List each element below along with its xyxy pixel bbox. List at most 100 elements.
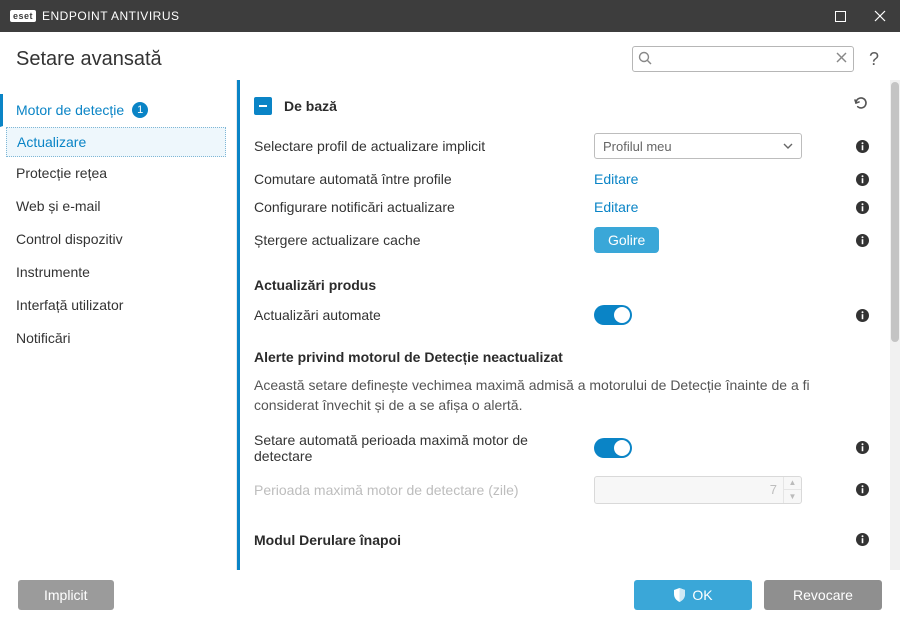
row-max-age-days: Perioada maximă motor de detectare (zile… [254, 470, 870, 510]
info-button[interactable] [848, 233, 870, 248]
row-default-profile: Selectare profil de actualizare implicit… [254, 127, 870, 165]
maximize-button[interactable] [820, 0, 860, 32]
spin-up: ▲ [784, 477, 801, 491]
search-input[interactable] [632, 46, 854, 72]
auto-max-age-toggle[interactable] [594, 438, 632, 458]
spinner: ▲ ▼ [783, 477, 801, 503]
page-header: Setare avansată ? [0, 32, 900, 80]
main-panel: De bază Selectare profil de actualizare … [240, 80, 890, 570]
info-button[interactable] [848, 440, 870, 455]
clear-search-button[interactable] [835, 51, 848, 69]
x-icon [835, 51, 848, 64]
sidebar-item-label: Actualizare [17, 134, 86, 150]
profile-select[interactable]: Profilul meu [594, 133, 802, 159]
search-box [632, 46, 854, 72]
select-value: Profilul meu [603, 139, 672, 154]
alerts-description: Această setare definește vechimea maximă… [254, 371, 814, 426]
info-icon [855, 482, 870, 497]
sidebar-badge: 1 [132, 102, 148, 118]
sidebar-item-device-control[interactable]: Control dispozitiv [0, 223, 236, 256]
collapse-toggle[interactable] [254, 97, 272, 115]
info-button[interactable] [848, 482, 870, 497]
ok-button[interactable]: OK [634, 580, 752, 610]
info-icon [855, 532, 870, 547]
brand: eset ENDPOINT ANTIVIRUS [10, 9, 179, 23]
sidebar: Motor de detecție 1 Actualizare Protecți… [0, 80, 236, 570]
sidebar-item-label: Interfață utilizator [16, 297, 123, 313]
info-button[interactable] [848, 308, 870, 323]
row-auto-updates: Actualizări automate [254, 299, 870, 331]
clear-cache-button[interactable]: Golire [594, 227, 659, 253]
main-wrap: De bază Selectare profil de actualizare … [236, 80, 900, 570]
section-basic: De bază Selectare profil de actualizare … [240, 80, 884, 558]
square-icon [835, 11, 846, 22]
edit-link[interactable]: Editare [594, 199, 638, 215]
window-buttons [820, 0, 900, 32]
close-icon [874, 10, 886, 22]
info-button[interactable] [848, 532, 870, 547]
page-title: Setare avansată [16, 48, 162, 71]
info-icon [855, 139, 870, 154]
titlebar: eset ENDPOINT ANTIVIRUS [0, 0, 900, 32]
info-icon [855, 308, 870, 323]
body: Motor de detecție 1 Actualizare Protecți… [0, 80, 900, 570]
info-button[interactable] [848, 139, 870, 154]
revert-button[interactable] [852, 94, 870, 117]
chevron-down-icon [783, 139, 793, 154]
cancel-button[interactable]: Revocare [764, 580, 882, 610]
sidebar-item-label: Control dispozitiv [16, 231, 123, 247]
label: Perioada maximă motor de detectare (zile… [254, 482, 584, 498]
info-icon [855, 440, 870, 455]
row-rollback-heading: Modul Derulare înapoi [254, 510, 870, 554]
close-button[interactable] [860, 0, 900, 32]
default-button[interactable]: Implicit [18, 580, 114, 610]
sidebar-item-tools[interactable]: Instrumente [0, 256, 236, 289]
spin-down: ▼ [784, 490, 801, 503]
footer: Implicit OK Revocare [0, 570, 900, 620]
subheading-outdated-alerts: Alerte privind motorul de Detecție neact… [254, 331, 870, 371]
max-age-days-input: 7 ▲ ▼ [594, 476, 802, 504]
label: Actualizări automate [254, 307, 584, 323]
shield-icon [673, 588, 686, 602]
sidebar-item-label: Web și e-mail [16, 198, 101, 214]
undo-icon [852, 94, 870, 112]
row-auto-max-age: Setare automată perioada maximă motor de… [254, 426, 870, 470]
ok-label: OK [692, 587, 712, 603]
info-button[interactable] [848, 200, 870, 215]
sidebar-item-network-protection[interactable]: Protecție rețea [0, 157, 236, 190]
row-update-notifications: Configurare notificări actualizare Edita… [254, 193, 870, 221]
label: Selectare profil de actualizare implicit [254, 138, 584, 154]
sidebar-item-detection-engine[interactable]: Motor de detecție 1 [0, 94, 236, 127]
scrollbar-thumb[interactable] [891, 82, 899, 342]
section-header-basic: De bază [254, 90, 870, 127]
help-button[interactable]: ? [864, 49, 884, 70]
numeric-value: 7 [764, 482, 783, 497]
sidebar-item-label: Motor de detecție [16, 102, 124, 118]
sidebar-item-label: Instrumente [16, 264, 90, 280]
sidebar-item-label: Notificări [16, 330, 70, 346]
sidebar-item-update[interactable]: Actualizare [6, 127, 226, 157]
auto-updates-toggle[interactable] [594, 305, 632, 325]
sidebar-item-notifications[interactable]: Notificări [0, 322, 236, 355]
info-icon [855, 200, 870, 215]
label: Comutare automată între profile [254, 171, 584, 187]
row-clear-cache: Ștergere actualizare cache Golire [254, 221, 870, 259]
info-button[interactable] [848, 172, 870, 187]
section-title: De bază [284, 98, 840, 114]
search-icon [638, 51, 653, 71]
product-name: ENDPOINT ANTIVIRUS [42, 9, 179, 23]
info-icon [855, 172, 870, 187]
row-auto-switch-profiles: Comutare automată între profile Editare [254, 165, 870, 193]
minus-icon [258, 101, 268, 111]
sidebar-item-web-email[interactable]: Web și e-mail [0, 190, 236, 223]
edit-link[interactable]: Editare [594, 171, 638, 187]
subheading-rollback: Modul Derulare înapoi [254, 532, 838, 548]
sidebar-item-label: Protecție rețea [16, 165, 107, 181]
subheading-product-updates: Actualizări produs [254, 259, 870, 299]
sidebar-item-ui[interactable]: Interfață utilizator [0, 289, 236, 322]
label: Setare automată perioada maximă motor de… [254, 432, 584, 464]
label: Ștergere actualizare cache [254, 232, 584, 248]
brand-mark: eset [10, 10, 36, 22]
info-icon [855, 233, 870, 248]
scrollbar[interactable] [890, 80, 900, 570]
